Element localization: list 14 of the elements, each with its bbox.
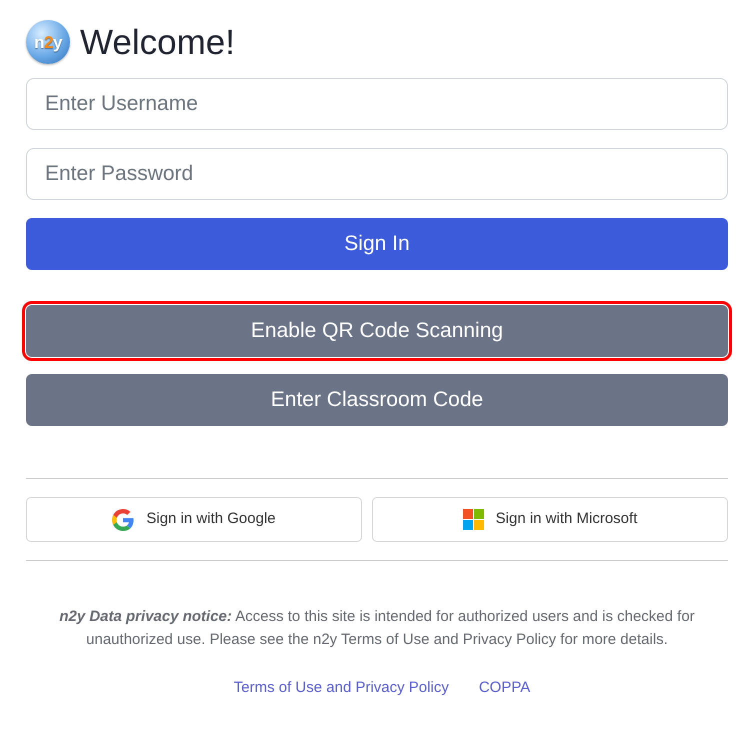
privacy-notice: n2y Data privacy notice: Access to this site is intended for authorized users and is checked for unauthorized use. Please see the n2y Terms of Use and Privacy Policy for more details.	[58, 607, 696, 650]
footer-link[interactable]: COPPA	[478, 677, 530, 700]
google-g-icon	[112, 508, 134, 530]
welcome-title: Welcome!	[80, 24, 235, 60]
text-field[interactable]: Enter Username	[26, 78, 728, 130]
social-sign-in-button[interactable]: Sign in with Google	[26, 497, 362, 542]
footer-link[interactable]: Terms of Use and Privacy Policy	[234, 677, 449, 700]
action-button[interactable]: Enable QR Code Scanning	[26, 305, 728, 357]
text-field[interactable]: Enter Password	[26, 148, 728, 200]
social-sign-in-button[interactable]: Sign in with Microsoft	[372, 497, 728, 542]
sign-in-button[interactable]: Sign In	[26, 218, 728, 270]
logo-text: n2y	[34, 34, 62, 50]
action-button[interactable]: Enter Classroom Code	[26, 374, 728, 426]
four-squares-icon	[462, 509, 484, 530]
